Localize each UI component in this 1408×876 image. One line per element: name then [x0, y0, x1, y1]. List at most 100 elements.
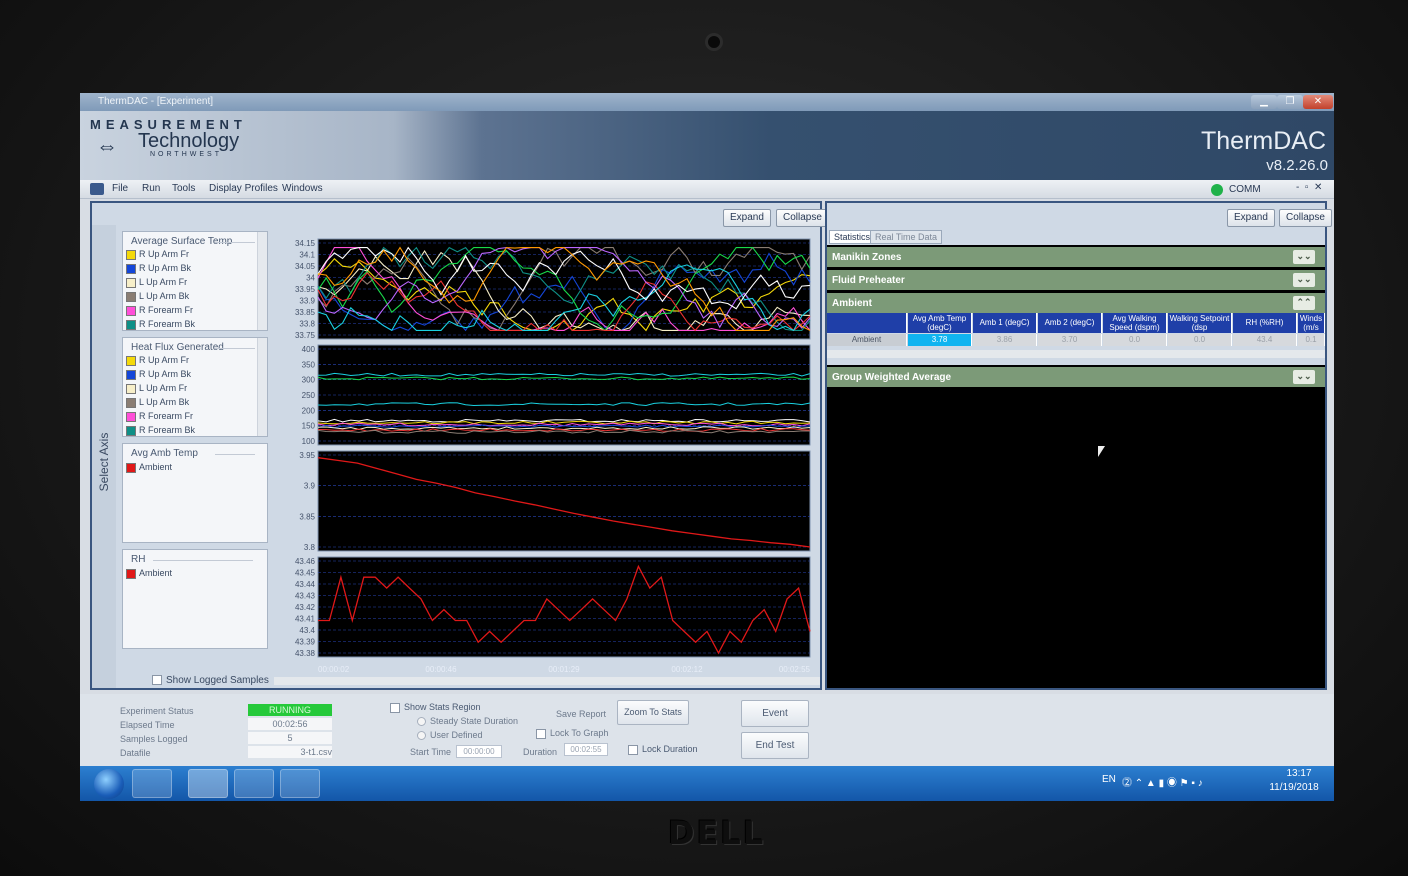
section-group-weighted-average[interactable]: Group Weighted Average ⌄⌄ — [827, 367, 1325, 387]
start-button-icon[interactable] — [94, 769, 124, 799]
user-defined-label: User Defined — [430, 730, 483, 740]
section-ambient[interactable]: Ambient ⌃⌃ — [827, 293, 1325, 313]
legend-item[interactable]: L Up Arm Bk — [126, 290, 189, 303]
legend-item[interactable]: Ambient — [126, 461, 172, 474]
collapse-button[interactable]: Collapse — [776, 209, 829, 227]
checkbox[interactable] — [536, 728, 546, 739]
taskbar-excel-icon[interactable] — [234, 769, 274, 798]
tab-statistics[interactable]: Statistics — [829, 230, 876, 244]
comm-label: COMM — [1229, 184, 1261, 195]
stats-collapse-button[interactable]: Collapse — [1279, 209, 1332, 227]
checkbox[interactable] — [152, 675, 162, 686]
menu-tools[interactable]: Tools — [172, 183, 195, 194]
legend-item[interactable]: R Forearm Bk — [126, 424, 195, 437]
taskbar-folder-icon[interactable] — [280, 769, 320, 798]
lock-to-graph-option[interactable]: Lock To Graph — [536, 728, 608, 739]
clock-time[interactable]: 13:17 — [1276, 768, 1322, 779]
section-fluid-preheater[interactable]: Fluid Preheater ⌄⌄ — [827, 270, 1325, 290]
steady-state-option[interactable]: Steady State Duration — [417, 716, 518, 727]
table-cell[interactable]: 0.0 — [1103, 334, 1167, 346]
table-cell[interactable]: 43.4 — [1233, 334, 1297, 346]
legend-item[interactable]: R Up Arm Bk — [126, 368, 191, 381]
save-report-button[interactable]: Save Report — [556, 709, 606, 719]
time-axis-tick-label: 00:00:02 — [318, 665, 350, 674]
section-manikin-zones[interactable]: Manikin Zones ⌄⌄ — [827, 247, 1325, 267]
end-test-button[interactable]: End Test — [741, 732, 809, 759]
chevron-down-icon[interactable]: ⌄⌄ — [1293, 370, 1315, 384]
mdi-window-controls[interactable]: - ▫ ✕ — [1296, 182, 1322, 193]
legend-heat-flux[interactable]: Heat Flux Generated R Up Arm Fr R Up Arm… — [122, 337, 268, 437]
table-cell[interactable]: 0.0 — [1168, 334, 1232, 346]
app-menu-icon[interactable] — [90, 183, 104, 195]
chart-area[interactable]: 34.15 34.1 34.05 34 33.95 33.9 33.85 33.8 33.75 4… — [274, 227, 820, 685]
chevron-down-icon[interactable]: ⌄⌄ — [1293, 250, 1315, 264]
legend-item[interactable]: R Forearm Fr — [126, 304, 193, 317]
legend-item[interactable]: L Up Arm Fr — [126, 276, 187, 289]
show-logged-samples[interactable]: Show Logged Samples — [152, 675, 269, 686]
select-axis-bar[interactable]: Select Axis — [92, 225, 116, 688]
tray-icons[interactable]: ⓶ ⌃ ▲ ▮ ◉ ⚑ ▪ ♪ — [1122, 774, 1203, 789]
avg-surface-tick-label: 33.75 — [295, 331, 316, 340]
chevron-up-icon[interactable]: ⌃⌃ — [1293, 296, 1315, 310]
rh-tick-label: 43.46 — [295, 557, 316, 566]
heat-flux-tick-label: 200 — [302, 406, 316, 415]
swatch — [126, 263, 136, 274]
start-time-input[interactable]: 00:00:00 — [456, 745, 502, 758]
checkbox[interactable] — [390, 702, 400, 713]
screen: ThermDAC - [Experiment] ▁ ❐ ✕ MEASUREMEN… — [80, 93, 1334, 801]
lock-duration-option[interactable]: Lock Duration — [628, 744, 698, 755]
legend-scrollbar[interactable] — [257, 232, 267, 330]
legend-item[interactable]: L Up Arm Fr — [126, 382, 187, 395]
legend-rh[interactable]: RH Ambient — [122, 549, 268, 649]
legend-item[interactable]: L Up Arm Bk — [126, 396, 189, 409]
legend-item-label: R Up Arm Fr — [139, 249, 190, 259]
menu-display-profiles[interactable]: Display Profiles — [209, 183, 278, 194]
event-button[interactable]: Event — [741, 700, 809, 727]
legend-item[interactable]: R Up Arm Bk — [126, 262, 191, 275]
table-cell[interactable]: 3.70 — [1038, 334, 1102, 346]
menu-run[interactable]: Run — [142, 183, 160, 194]
taskbar-app-icon[interactable] — [132, 769, 172, 798]
zoom-to-stats-button[interactable]: Zoom To Stats — [617, 700, 689, 725]
stats-expand-button[interactable]: Expand — [1227, 209, 1275, 227]
legend-item[interactable]: R Forearm Bk — [126, 318, 195, 331]
laptop-bezel: DELL ThermDAC - [Experiment] ▁ ❐ ✕ MEASU… — [0, 0, 1408, 876]
menu-windows[interactable]: Windows — [282, 183, 323, 194]
table-cell-selected[interactable]: 3.78 — [908, 334, 972, 346]
window-titlebar[interactable]: ThermDAC - [Experiment] ▁ ❐ ✕ — [80, 93, 1334, 111]
menu-file[interactable]: File — [112, 183, 128, 194]
legend-item[interactable]: R Up Arm Fr — [126, 354, 189, 367]
legend-scrollbar[interactable] — [257, 338, 267, 436]
legend-item[interactable]: R Up Arm Fr — [126, 248, 189, 261]
heat-flux-tick-label: 350 — [302, 360, 316, 369]
table-cell[interactable]: 0.1 — [1298, 334, 1325, 346]
table-cell[interactable]: 3.86 — [973, 334, 1037, 346]
minimize-button[interactable]: ▁ — [1251, 95, 1277, 109]
legend-average-surface-temp[interactable]: Average Surface Temp R Up Arm Fr R Up Ar… — [122, 231, 268, 331]
charts-svg[interactable]: 34.15 34.1 34.05 34 33.95 33.9 33.85 33.8 33.75 4… — [274, 227, 820, 685]
maximize-button[interactable]: ❐ — [1277, 95, 1303, 109]
checkbox[interactable] — [628, 744, 638, 755]
taskbar-thermdac-icon[interactable] — [188, 769, 228, 798]
expand-button[interactable]: Expand — [723, 209, 771, 227]
comm-status-icon — [1211, 184, 1223, 196]
user-defined-option[interactable]: User Defined — [417, 730, 483, 741]
chevron-down-icon[interactable]: ⌄⌄ — [1293, 273, 1315, 287]
table-header: Avg Walking Speed (dspm) — [1103, 313, 1167, 333]
legend-item[interactable]: R Forearm Fr — [126, 410, 193, 423]
heat-flux-tick-label: 300 — [302, 376, 316, 385]
legend-avg-amb-temp[interactable]: Avg Amb Temp Ambient — [122, 443, 268, 543]
swatch — [126, 355, 136, 366]
clock-date[interactable]: 11/19/2018 — [1264, 782, 1324, 793]
show-stats-region[interactable]: Show Stats Region — [390, 702, 481, 713]
tab-real-time-data[interactable]: Real Time Data — [870, 230, 943, 244]
table-horizontal-scrollbar[interactable] — [827, 350, 1325, 358]
legend-item[interactable]: Ambient — [126, 567, 172, 580]
language-indicator[interactable]: EN — [1102, 774, 1116, 785]
duration-input[interactable]: 00:02:55 — [564, 743, 608, 756]
close-button[interactable]: ✕ — [1303, 95, 1333, 109]
radio[interactable] — [417, 731, 426, 741]
radio[interactable] — [417, 717, 426, 727]
rh-tick-label: 43.39 — [295, 638, 316, 647]
legend-item-label: L Up Arm Fr — [139, 383, 188, 393]
